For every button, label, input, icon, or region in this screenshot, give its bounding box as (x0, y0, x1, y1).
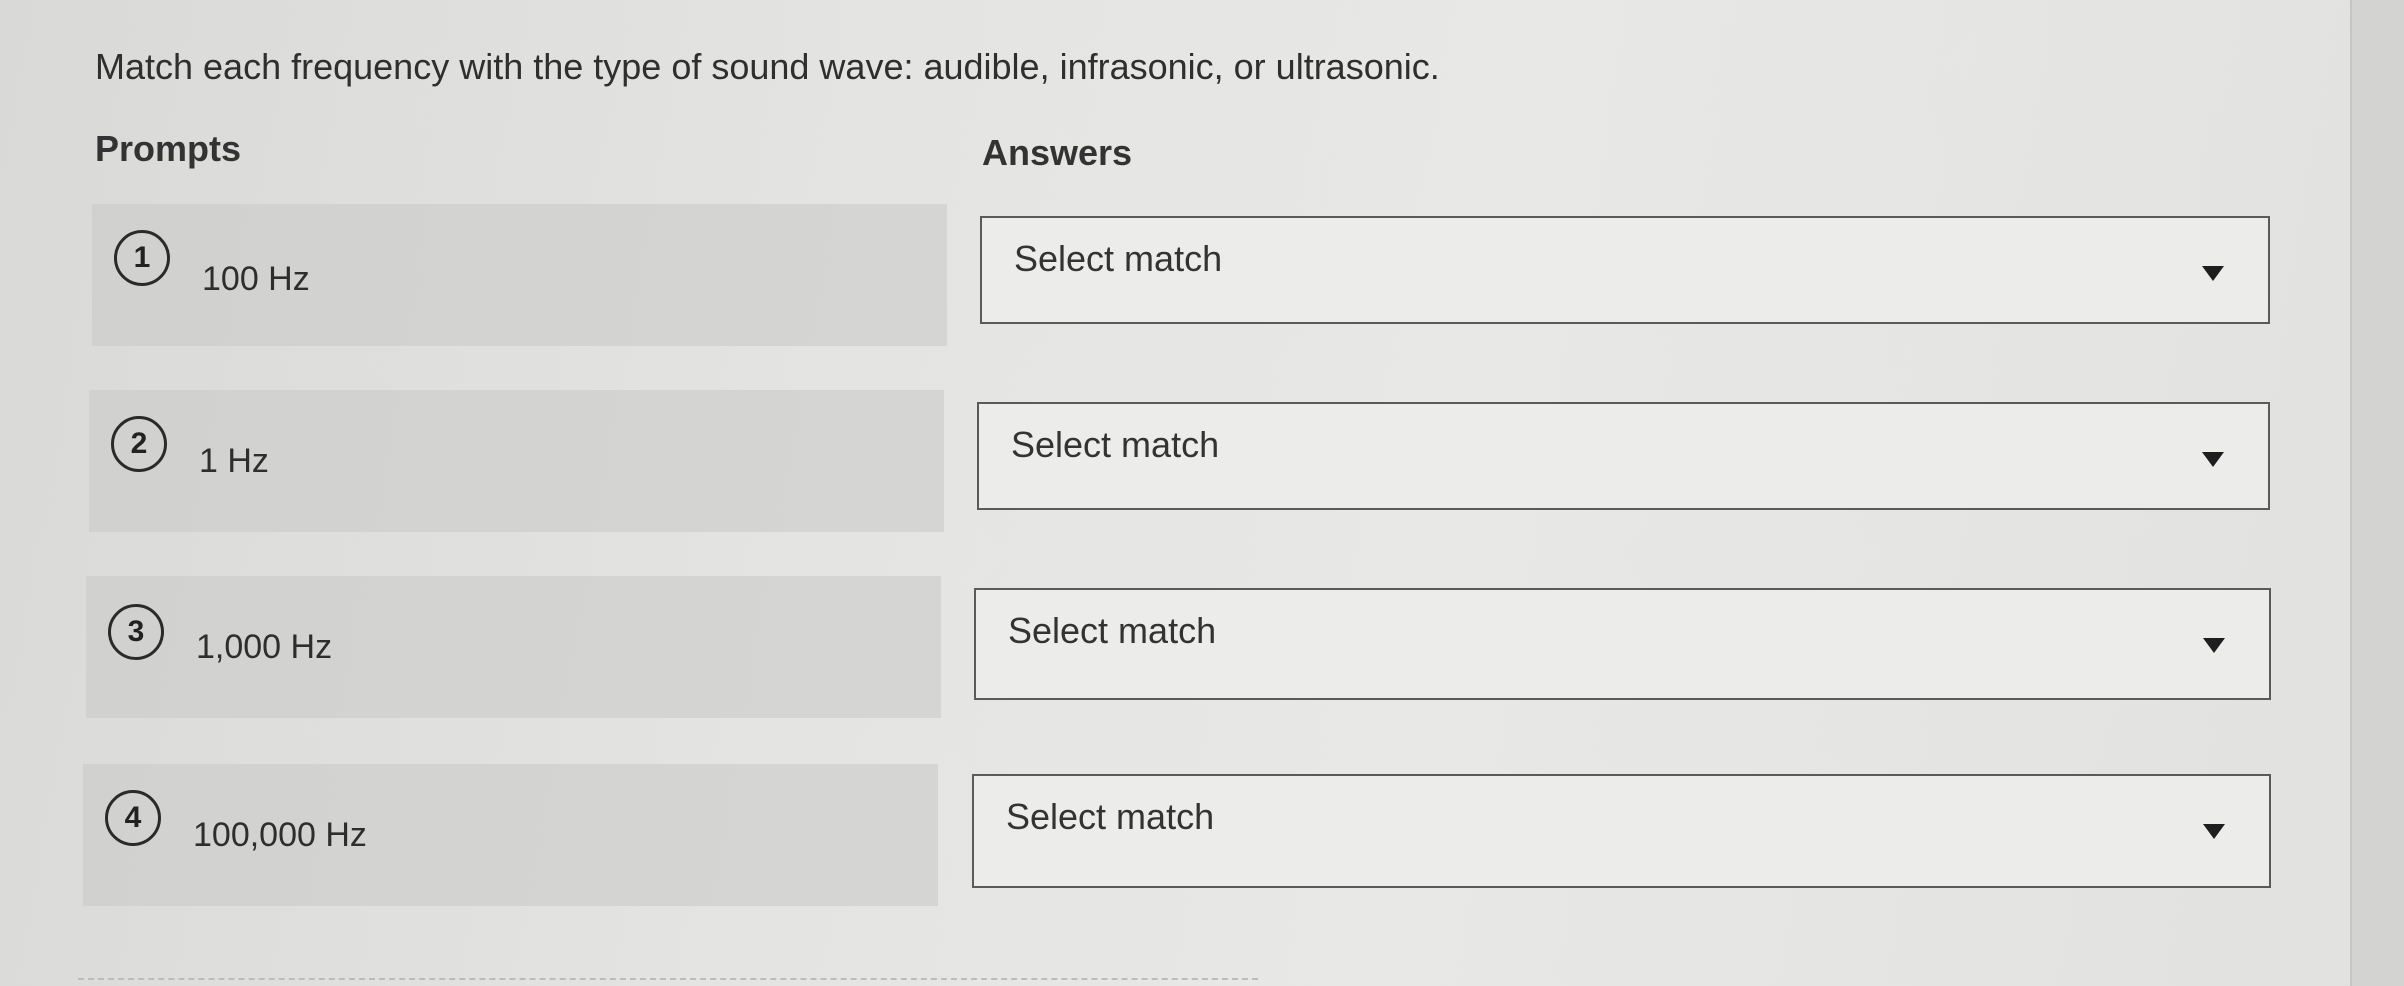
matching-question-page: Match each frequency with the type of so… (0, 0, 2350, 986)
prompt-row-4: 4 100,000 Hz (83, 764, 938, 906)
chevron-down-icon (2202, 266, 2224, 281)
section-divider (78, 978, 1258, 980)
prompt-text: 1 Hz (199, 442, 269, 480)
prompt-number-badge: 2 (111, 416, 167, 472)
prompt-text: 100,000 Hz (193, 816, 367, 854)
prompt-number-badge: 1 (114, 230, 170, 286)
prompts-heading: Prompts (95, 128, 242, 169)
prompt-row-2: 2 1 Hz (89, 390, 944, 532)
answer-select-3[interactable]: Select match (974, 588, 2271, 700)
prompt-number-badge: 3 (108, 604, 164, 660)
scrollbar-track[interactable] (2350, 0, 2404, 986)
chevron-down-icon (2203, 638, 2225, 653)
answers-heading: Answers (982, 132, 1133, 173)
prompt-text: 1,000 Hz (196, 628, 333, 666)
prompt-number-badge: 4 (105, 790, 161, 846)
chevron-down-icon (2202, 452, 2224, 467)
answer-select-1[interactable]: Select match (980, 216, 2270, 324)
prompt-text: 100 Hz (202, 260, 310, 298)
answer-select-2[interactable]: Select match (977, 402, 2270, 510)
prompt-row-1: 1 100 Hz (92, 204, 947, 346)
prompt-row-3: 3 1,000 Hz (86, 576, 941, 718)
select-placeholder: Select match (1011, 424, 1220, 465)
select-placeholder: Select match (1014, 238, 1223, 279)
chevron-down-icon (2203, 824, 2225, 839)
select-placeholder: Select match (1006, 796, 1215, 837)
answer-select-4[interactable]: Select match (972, 774, 2271, 888)
question-text: Match each frequency with the type of so… (95, 46, 1440, 87)
select-placeholder: Select match (1008, 610, 1217, 651)
